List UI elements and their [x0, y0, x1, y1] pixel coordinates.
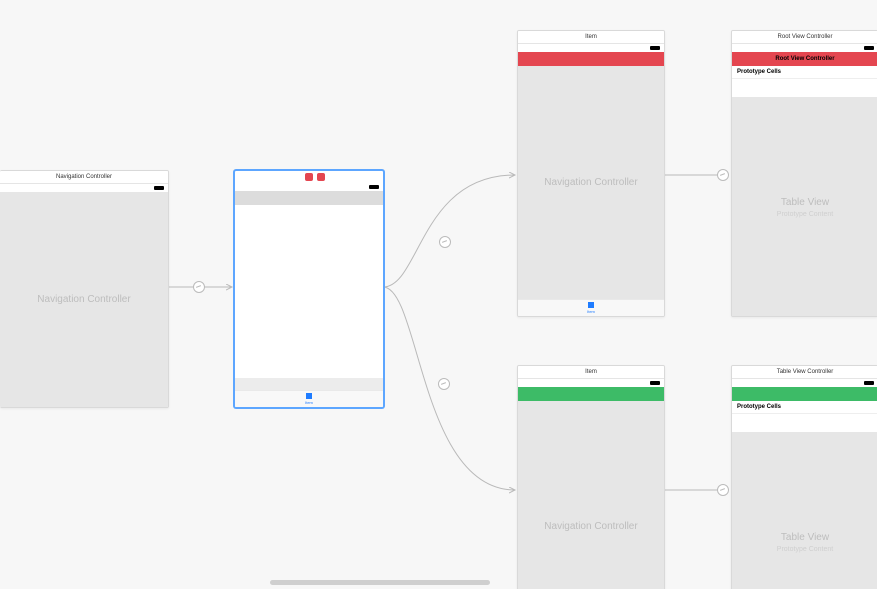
segue-badge[interactable] [193, 281, 205, 293]
scene-body: Navigation Controller [0, 192, 168, 407]
scene-navigation-controller-item-red[interactable]: Item Navigation Controller Item [517, 30, 665, 317]
prototype-cells-label: Prototype Cells [732, 66, 877, 79]
tab-bar: Item [518, 299, 664, 316]
status-bar [518, 379, 664, 387]
exit-icon[interactable] [317, 173, 325, 181]
scene-title: Root View Controller [732, 31, 877, 44]
scene-navigation-controller-item-green[interactable]: Item Navigation Controller [517, 365, 665, 589]
status-bar [732, 44, 877, 52]
prototype-cells-label: Prototype Cells [732, 401, 877, 414]
scene-selection-icons [235, 171, 383, 183]
scene-title: Table View Controller [732, 366, 877, 379]
status-bar [0, 184, 168, 192]
battery-icon [864, 381, 874, 385]
scene-root-view-controller[interactable]: Root View Controller Root View Controlle… [731, 30, 877, 317]
scene-table-view-controller[interactable]: Table View Controller Prototype Cells Ta… [731, 365, 877, 589]
scene-title: Item [518, 31, 664, 44]
segue-badge[interactable] [439, 236, 451, 248]
tab-item-label: Item [587, 309, 595, 314]
horizontal-scrollbar[interactable] [270, 580, 490, 585]
battery-icon [650, 381, 660, 385]
nav-bar [518, 52, 664, 66]
tableview-label: Table View [777, 196, 833, 209]
table-view-body: Table View Prototype Content [732, 432, 877, 589]
battery-icon [369, 185, 379, 189]
prototype-cell[interactable] [732, 79, 877, 97]
segue-badge[interactable] [717, 484, 729, 496]
status-bar [235, 183, 383, 191]
battery-icon [650, 46, 660, 50]
placeholder-label: Navigation Controller [544, 176, 637, 189]
tableview-label: Table View [777, 531, 833, 544]
tab-item-icon[interactable] [306, 393, 312, 399]
nav-bar [235, 191, 383, 205]
first-responder-icon[interactable] [305, 173, 313, 181]
scene-tab-bar-controller[interactable]: Item [234, 170, 384, 408]
storyboard-canvas[interactable]: Navigation Controller Navigation Control… [0, 0, 877, 589]
scene-title: Navigation Controller [0, 171, 168, 184]
nav-bar: Root View Controller [732, 52, 877, 66]
scene-title: Item [518, 366, 664, 379]
scene-navigation-controller-1[interactable]: Navigation Controller Navigation Control… [0, 170, 169, 408]
scene-body [235, 205, 383, 378]
tableview-sublabel: Prototype Content [777, 546, 833, 553]
toolbar-area [235, 378, 383, 390]
placeholder-label: Navigation Controller [37, 293, 130, 306]
status-bar [518, 44, 664, 52]
nav-bar [732, 387, 877, 401]
segue-badge[interactable] [438, 378, 450, 390]
status-bar [732, 379, 877, 387]
nav-bar [518, 387, 664, 401]
prototype-cell[interactable] [732, 414, 877, 432]
placeholder-label: Navigation Controller [544, 520, 637, 533]
segue-badge[interactable] [717, 169, 729, 181]
vc-icon[interactable] [293, 173, 301, 181]
scene-body: Navigation Controller [518, 66, 664, 299]
table-view-body: Table View Prototype Content [732, 97, 877, 316]
scene-body: Navigation Controller [518, 401, 664, 589]
battery-icon [154, 186, 164, 190]
tab-item-icon[interactable] [588, 302, 594, 308]
tableview-sublabel: Prototype Content [777, 211, 833, 218]
tab-bar: Item [235, 390, 383, 407]
nav-title: Root View Controller [775, 56, 834, 62]
tab-item-label: Item [305, 400, 313, 405]
battery-icon [864, 46, 874, 50]
